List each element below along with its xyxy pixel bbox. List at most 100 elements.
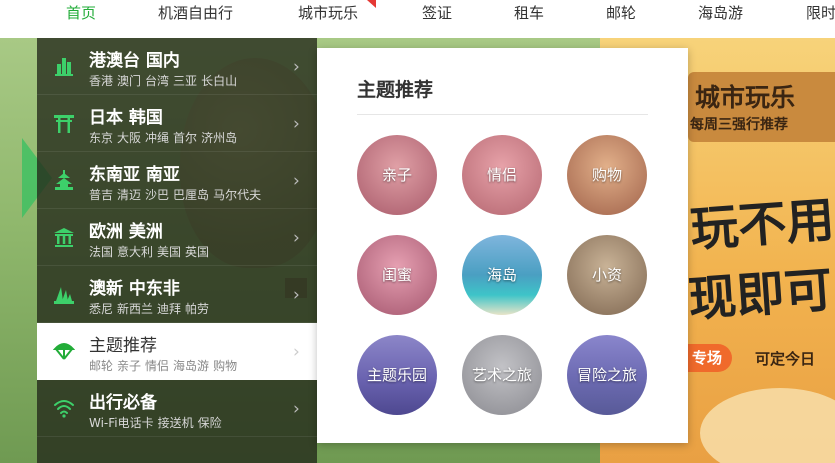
- sub-link[interactable]: 保险: [198, 416, 222, 430]
- wifi-icon: [53, 397, 75, 419]
- nav-item-city-fun[interactable]: 城市玩乐: [298, 0, 358, 26]
- nav-item-visa[interactable]: 签证: [422, 0, 452, 26]
- parachute-icon: [53, 340, 75, 362]
- theme-label: 冒险之旅: [576, 366, 637, 384]
- destination-sidebar: 港澳台 国内 香港 澳门 台湾 三亚 长白山 › 日本 韩国 东京 大阪 冲绳 首尔 济州岛 ›…: [37, 38, 317, 463]
- sub-link[interactable]: 意大利: [117, 245, 153, 259]
- chevron-right-icon: ›: [293, 399, 300, 419]
- sidebar-item-title: 澳新 中东非: [89, 279, 180, 299]
- opera-house-icon: [53, 283, 75, 305]
- sub-link[interactable]: 普吉: [89, 188, 113, 202]
- sub-link[interactable]: 巴厘岛: [173, 188, 209, 202]
- sub-link[interactable]: 英国: [185, 245, 209, 259]
- sidebar-item-travel-essentials[interactable]: 出行必备 Wi-Fi电话卡 接送机 保险 ›: [37, 380, 317, 437]
- nav-item-cruise[interactable]: 邮轮: [606, 0, 636, 26]
- sidebar-item-title: 出行必备: [89, 393, 157, 413]
- sub-link[interactable]: 冲绳: [145, 131, 169, 145]
- theme-shopping[interactable]: 购物: [567, 135, 647, 215]
- sidebar-item-subs: 东京 大阪 冲绳 首尔 济州岛: [89, 129, 241, 146]
- sub-link[interactable]: 法国: [89, 245, 113, 259]
- chevron-right-icon: ›: [293, 114, 300, 134]
- sub-link[interactable]: 新西兰: [117, 302, 153, 316]
- panel-title: 主题推荐: [357, 79, 434, 101]
- sub-link[interactable]: 帕劳: [185, 302, 209, 316]
- sidebar-item-subs: 法国 意大利 美国 英国: [89, 243, 213, 260]
- theme-recommend-panel: 主题推荐 亲子 情侣 购物 闺蜜 海岛 小资 主题乐园 艺术之旅 冒险之旅: [317, 48, 688, 443]
- sub-link[interactable]: 东京: [89, 131, 113, 145]
- sub-link[interactable]: 清迈: [117, 188, 141, 202]
- sidebar-item-title: 港澳台 国内: [89, 51, 180, 71]
- theme-adventure-trip[interactable]: 冒险之旅: [567, 335, 647, 415]
- chevron-right-icon: ›: [293, 342, 300, 362]
- sub-link[interactable]: 马尔代夫: [213, 188, 261, 202]
- promo-tagline: 可定今日: [755, 350, 816, 368]
- sub-link[interactable]: 海岛游: [173, 359, 209, 373]
- sub-link[interactable]: Wi-Fi电话卡: [89, 416, 154, 430]
- sub-link[interactable]: 沙巴: [145, 188, 169, 202]
- sub-link[interactable]: 济州岛: [201, 131, 237, 145]
- hot-flag-icon: [367, 0, 376, 8]
- sub-link[interactable]: 接送机: [158, 416, 194, 430]
- sub-link[interactable]: 迪拜: [157, 302, 181, 316]
- sub-link[interactable]: 邮轮: [89, 359, 113, 373]
- chevron-right-icon: ›: [293, 57, 300, 77]
- theme-label: 亲子: [381, 166, 412, 184]
- sidebar-item-europe-americas[interactable]: 欧洲 美洲 法国 意大利 美国 英国 ›: [37, 209, 317, 266]
- promo-subtitle: 每周三强行推荐: [690, 117, 788, 133]
- sidebar-item-title: 日本 韩国: [89, 108, 163, 128]
- sub-link[interactable]: 澳门: [117, 74, 141, 88]
- sidebar-item-subs: Wi-Fi电话卡 接送机 保险: [89, 414, 226, 431]
- theme-label: 艺术之旅: [471, 366, 532, 384]
- sidebar-item-title: 东南亚 南亚: [89, 165, 180, 185]
- sub-link[interactable]: 首尔: [173, 131, 197, 145]
- theme-island[interactable]: 海岛: [462, 235, 542, 315]
- sub-link[interactable]: 亲子: [117, 359, 141, 373]
- nav-item-flash-sale[interactable]: 限时: [806, 0, 835, 26]
- sub-link[interactable]: 情侣: [145, 359, 169, 373]
- sub-link[interactable]: 长白山: [201, 74, 237, 88]
- buildings-icon: [53, 55, 75, 77]
- sub-link[interactable]: 购物: [213, 359, 237, 373]
- sidebar-item-japan-korea[interactable]: 日本 韩国 东京 大阪 冲绳 首尔 济州岛 ›: [37, 95, 317, 152]
- sub-link[interactable]: 台湾: [145, 74, 169, 88]
- sidebar-item-southeast-asia[interactable]: 东南亚 南亚 普吉 清迈 沙巴 巴厘岛 马尔代夫 ›: [37, 152, 317, 209]
- nav-item-home[interactable]: 首页: [66, 0, 96, 26]
- sidebar-item-subs: 普吉 清迈 沙巴 巴厘岛 马尔代夫: [89, 186, 265, 203]
- promo-title: 城市玩乐: [695, 83, 796, 112]
- sidebar-item-hk-macau-taiwan[interactable]: 港澳台 国内 香港 澳门 台湾 三亚 长白山 ›: [37, 38, 317, 95]
- theme-family[interactable]: 亲子: [357, 135, 437, 215]
- promo-badge[interactable]: 专场: [686, 344, 733, 372]
- sidebar-item-title: 主题推荐: [89, 336, 157, 356]
- pagoda-icon: [53, 169, 75, 191]
- promo-headline-line1: 玩不用: [688, 192, 835, 258]
- theme-label: 闺蜜: [381, 266, 412, 284]
- chevron-right-icon: ›: [293, 285, 300, 305]
- sub-link[interactable]: 香港: [89, 74, 113, 88]
- nav-item-flight-hotel[interactable]: 机酒自由行: [158, 0, 233, 26]
- sub-link[interactable]: 大阪: [117, 131, 141, 145]
- sub-link[interactable]: 美国: [157, 245, 181, 259]
- nav-item-island[interactable]: 海岛游: [698, 0, 743, 26]
- nav-item-car-rental[interactable]: 租车: [514, 0, 544, 26]
- temple-icon: [53, 226, 75, 248]
- sub-link[interactable]: 悉尼: [89, 302, 113, 316]
- theme-girlfriends[interactable]: 闺蜜: [357, 235, 437, 315]
- sidebar-item-subs: 香港 澳门 台湾 三亚 长白山: [89, 72, 241, 89]
- sidebar-item-subs: 悉尼 新西兰 迪拜 帕劳: [89, 300, 213, 317]
- theme-theme-park[interactable]: 主题乐园: [357, 335, 437, 415]
- theme-label: 情侣: [486, 166, 517, 184]
- theme-label: 小资: [591, 266, 622, 284]
- sidebar-item-oceania-middle-east[interactable]: 澳新 中东非 悉尼 新西兰 迪拜 帕劳 ›: [37, 266, 317, 323]
- theme-petite-bourgeois[interactable]: 小资: [567, 235, 647, 315]
- panel-divider: [357, 114, 648, 115]
- sub-link[interactable]: 三亚: [173, 74, 197, 88]
- torii-gate-icon: [53, 112, 75, 134]
- sidebar-item-theme-recommend[interactable]: 主题推荐 邮轮 亲子 情侣 海岛游 购物 ›: [37, 323, 317, 380]
- chevron-right-icon: ›: [293, 171, 300, 191]
- theme-couple[interactable]: 情侣: [462, 135, 542, 215]
- theme-art-trip[interactable]: 艺术之旅: [462, 335, 542, 415]
- promo-headline-line2: 现即可: [686, 262, 835, 328]
- chevron-right-icon: ›: [293, 228, 300, 248]
- theme-label: 购物: [591, 166, 622, 184]
- top-navigation: 首页 机酒自由行 城市玩乐 签证 租车 邮轮 海岛游 限时: [0, 0, 835, 38]
